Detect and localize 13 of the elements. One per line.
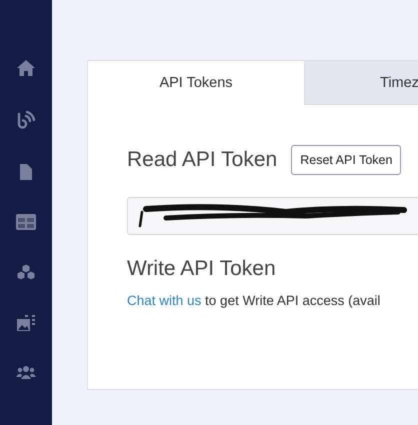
users-icon[interactable] (16, 365, 36, 379)
info-text: to get Write API access (avail (204, 293, 380, 308)
token-field[interactable] (127, 197, 418, 235)
tab[interactable]: Timez (304, 61, 418, 105)
signal-icon[interactable] (16, 110, 36, 130)
gallery-icon[interactable] (16, 314, 36, 332)
chat-link[interactable]: Chat with us (127, 293, 202, 308)
home-icon[interactable] (16, 59, 36, 77)
reset-token-button[interactable]: Reset API Token (291, 145, 402, 175)
section-heading: Read API Token (127, 148, 278, 172)
section-heading: Write API Token (127, 257, 277, 281)
cubes-icon[interactable] (16, 263, 36, 281)
document-icon[interactable] (19, 163, 33, 181)
